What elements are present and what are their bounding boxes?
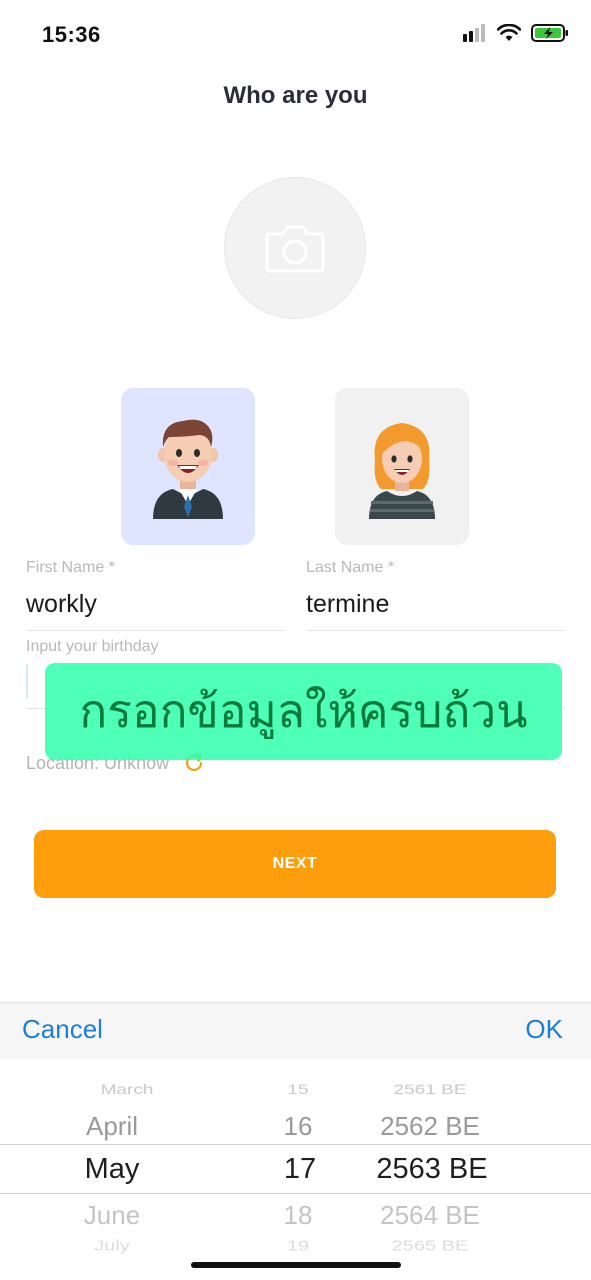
picker-month-item[interactable]: June [52,1200,172,1231]
picker-day-item[interactable]: 18 [268,1200,328,1231]
picker-day-item[interactable]: 19 [268,1238,328,1255]
female-avatar-icon [369,422,435,519]
first-name-underline [26,630,285,631]
picker-month-item[interactable]: July [52,1238,172,1255]
picker-month-item[interactable]: March [52,1082,202,1099]
picker-day-item[interactable]: 16 [268,1111,328,1142]
last-name-underline [306,630,565,631]
last-name-label: Last Name * [306,559,395,576]
picker-year-item[interactable]: 2562 BE [360,1111,500,1142]
date-picker[interactable]: March April May June July 15 16 17 18 19… [0,1059,591,1280]
picker-day-item[interactable]: 15 [268,1082,328,1099]
picker-selection-bottom-line [0,1193,591,1194]
camera-icon [265,225,325,273]
signal-icon [463,24,485,42]
status-icons [463,24,569,42]
first-name-label: First Name * [26,559,115,576]
home-indicator[interactable] [191,1262,401,1268]
male-avatar-option[interactable] [121,388,255,545]
male-avatar-icon [153,419,223,519]
picker-selection-top-line [0,1144,591,1145]
picker-month-selected[interactable]: May [52,1153,172,1186]
next-button[interactable]: NEXT [34,830,556,898]
picker-cancel-button[interactable]: Cancel [22,1014,103,1045]
picker-day-selected[interactable]: 17 [270,1153,330,1186]
page-title: Who are you [223,82,368,109]
birthday-input-cursor[interactable] [26,664,28,698]
picker-year-selected[interactable]: 2563 BE [362,1153,502,1186]
picker-year-item[interactable]: 2564 BE [360,1200,500,1231]
birthday-label: Input your birthday [26,638,159,655]
last-name-input[interactable]: termine [306,590,389,619]
female-avatar-option[interactable] [335,388,469,545]
first-name-input[interactable]: workly [26,590,97,619]
picker-ok-button[interactable]: OK [525,1014,563,1045]
picker-year-item[interactable]: 2565 BE [360,1238,500,1255]
instruction-overlay: กรอกข้อมูลให้ครบถ้วน [45,663,562,760]
picker-month-item[interactable]: April [52,1111,172,1142]
battery-icon [531,24,568,42]
profile-photo-button[interactable] [224,177,366,319]
status-time: 15:36 [42,22,101,47]
picker-year-item[interactable]: 2561 BE [360,1082,500,1099]
wifi-icon [497,24,521,41]
